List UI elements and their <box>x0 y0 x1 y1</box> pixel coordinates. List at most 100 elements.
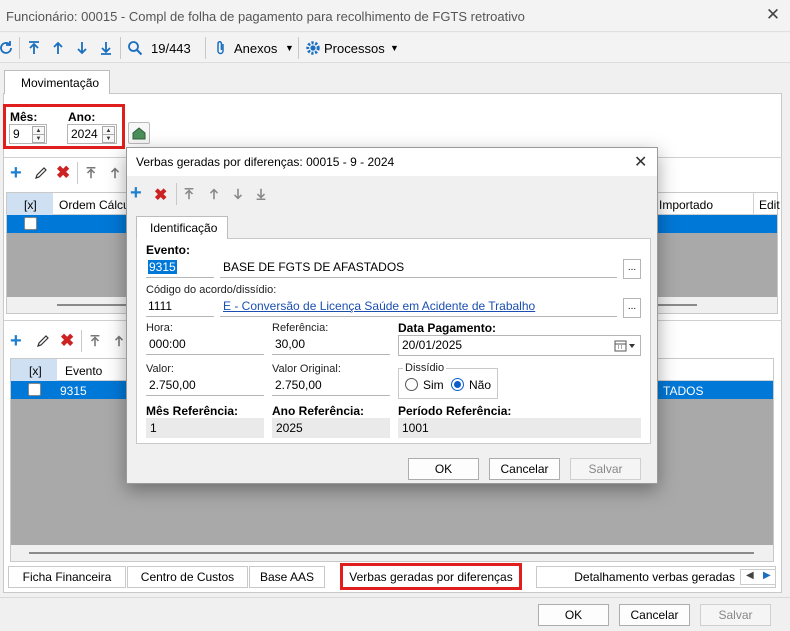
col-importado-header[interactable]: Importado <box>659 198 713 212</box>
tab-scroller: ◀ ▶ <box>740 569 776 585</box>
move-top-icon[interactable] <box>84 166 98 180</box>
window-title-bar: Funcionário: 00015 - Compl de folha de p… <box>0 0 790 32</box>
period-apply-button[interactable] <box>128 122 150 144</box>
tab-ficha-financeira[interactable]: Ficha Financeira <box>8 566 126 588</box>
cancel-button[interactable]: Cancelar <box>619 604 690 626</box>
save-button[interactable]: Salvar <box>700 604 771 626</box>
mes-input[interactable]: 9 ▲ ▼ <box>9 124 47 144</box>
delete-icon[interactable]: ✖ <box>154 185 167 205</box>
processos-menu[interactable]: Processos <box>324 41 385 56</box>
data-pagamento-label: Data Pagamento: <box>398 321 497 335</box>
move-up-icon[interactable] <box>207 187 221 201</box>
ano-label: Ano: <box>68 110 96 124</box>
col-check-header[interactable]: [x] <box>24 198 37 212</box>
move-down-icon[interactable] <box>231 187 245 201</box>
data-pagamento-input[interactable]: 20/01/2025 <box>398 335 641 356</box>
add-icon[interactable]: + <box>130 183 142 203</box>
horizontal-scrollbar[interactable] <box>11 545 773 561</box>
mes-referencia-label: Mês Referência: <box>146 404 239 418</box>
chevron-right-icon[interactable]: ▶ <box>763 570 771 581</box>
ano-referencia-label: Ano Referência: <box>272 404 365 418</box>
next-record-icon[interactable] <box>74 40 90 56</box>
periodo-referencia-label: Período Referência: <box>398 404 512 418</box>
delete-icon[interactable]: ✖ <box>60 331 74 351</box>
home-icon <box>132 127 146 140</box>
acordo-lookup-button[interactable]: ... <box>623 298 641 318</box>
anexos-menu[interactable]: Anexos <box>234 41 277 56</box>
col-check-header[interactable]: [x] <box>29 364 42 378</box>
last-record-icon[interactable] <box>98 40 114 56</box>
gear-icon <box>306 41 320 55</box>
tab-identificacao[interactable]: Identificação <box>136 216 228 239</box>
dialog-title-bar: Verbas geradas por diferenças: 00015 - 9… <box>127 148 657 176</box>
first-record-icon[interactable] <box>26 40 42 56</box>
mes-label: Mês: <box>10 110 38 124</box>
dissidio-label: Dissídio <box>403 362 447 374</box>
move-up-icon[interactable] <box>108 166 122 180</box>
mes-referencia-value: 1 <box>146 418 264 438</box>
referencia-label: Referência: <box>272 322 329 334</box>
delete-icon[interactable]: ✖ <box>56 163 70 183</box>
calendar-icon[interactable] <box>614 340 636 352</box>
dialog-ok-button[interactable]: OK <box>408 458 479 480</box>
add-icon[interactable]: + <box>10 331 22 351</box>
add-icon[interactable]: + <box>10 163 22 183</box>
col-evento-header[interactable]: Evento <box>65 364 102 378</box>
dialog-save-button[interactable]: Salvar <box>570 458 641 480</box>
dissidio-nao-radio[interactable] <box>451 378 464 391</box>
spin-down-icon[interactable]: ▼ <box>32 134 45 143</box>
col-edit-header[interactable]: Edit <box>759 198 780 212</box>
dissidio-sim-label: Sim <box>423 378 444 392</box>
paperclip-icon <box>217 41 224 55</box>
close-icon[interactable]: ✕ <box>764 6 782 24</box>
tab-identificacao-label: Identificação <box>150 221 218 235</box>
previous-record-icon[interactable] <box>50 40 66 56</box>
valor-label: Valor: <box>146 363 174 375</box>
periodo-referencia-value: 1001 <box>398 418 641 438</box>
ano-referencia-value: 2025 <box>272 418 390 438</box>
tab-movimentacao-label: Movimentação <box>21 76 100 90</box>
valor-original-input[interactable]: 2.750,00 <box>272 376 390 396</box>
acordo-description[interactable]: E - Conversão de Licença Saúde em Aciden… <box>220 297 617 317</box>
verbas-dialog: Verbas geradas por diferenças: 00015 - 9… <box>126 147 658 484</box>
tab-movimentacao[interactable]: Movimentação <box>4 70 110 94</box>
move-top-icon[interactable] <box>88 334 102 348</box>
evento-description: BASE DE FGTS DE AFASTADOS <box>220 258 617 278</box>
dialog-title: Verbas geradas por diferenças: 00015 - 9… <box>136 155 395 169</box>
referencia-input[interactable]: 30,00 <box>272 335 390 355</box>
ok-button[interactable]: OK <box>538 604 609 626</box>
chevron-left-icon[interactable]: ◀ <box>746 570 754 581</box>
edit-icon[interactable] <box>36 334 50 348</box>
move-up-icon[interactable] <box>112 334 126 348</box>
ano-input[interactable]: 2024 ▲ ▼ <box>67 124 117 144</box>
row-checkbox[interactable] <box>28 383 41 396</box>
tab-base-aas[interactable]: Base AAS <box>249 566 325 588</box>
valor-input[interactable]: 2.750,00 <box>146 376 264 396</box>
tab-centro-custos[interactable]: Centro de Custos <box>127 566 248 588</box>
row-description: TADOS <box>663 384 704 398</box>
edit-icon[interactable] <box>34 166 48 180</box>
evento-code-input[interactable]: 9315 <box>146 258 214 278</box>
row-evento: 9315 <box>60 384 87 398</box>
close-icon[interactable]: ✕ <box>634 152 647 172</box>
chevron-down-icon[interactable]: ▼ <box>285 43 294 53</box>
hora-input[interactable]: 000:00 <box>146 335 264 355</box>
move-top-icon[interactable] <box>182 187 196 201</box>
refresh-icon[interactable] <box>0 40 14 56</box>
search-icon[interactable] <box>127 40 143 56</box>
toolbar: 19/443 Anexos ▼ Processos ▼ <box>0 33 790 63</box>
evento-lookup-button[interactable]: ... <box>623 259 641 279</box>
record-position: 19/443 <box>151 41 191 56</box>
dialog-cancel-button[interactable]: Cancelar <box>489 458 560 480</box>
window-title: Funcionário: 00015 - Compl de folha de p… <box>6 9 525 24</box>
acordo-label: Código do acordo/dissídio: <box>146 284 277 296</box>
tab-verbas-geradas[interactable]: Verbas geradas por diferenças <box>340 563 522 590</box>
dissidio-nao-label: Não <box>469 378 492 392</box>
move-bottom-icon[interactable] <box>254 187 268 201</box>
spin-down-icon[interactable]: ▼ <box>102 134 115 143</box>
chevron-down-icon[interactable]: ▼ <box>390 43 399 53</box>
row-checkbox[interactable] <box>24 217 37 230</box>
evento-label: Evento: <box>146 243 191 257</box>
dissidio-sim-radio[interactable] <box>405 378 418 391</box>
acordo-code-input[interactable]: 1111 <box>146 297 214 317</box>
